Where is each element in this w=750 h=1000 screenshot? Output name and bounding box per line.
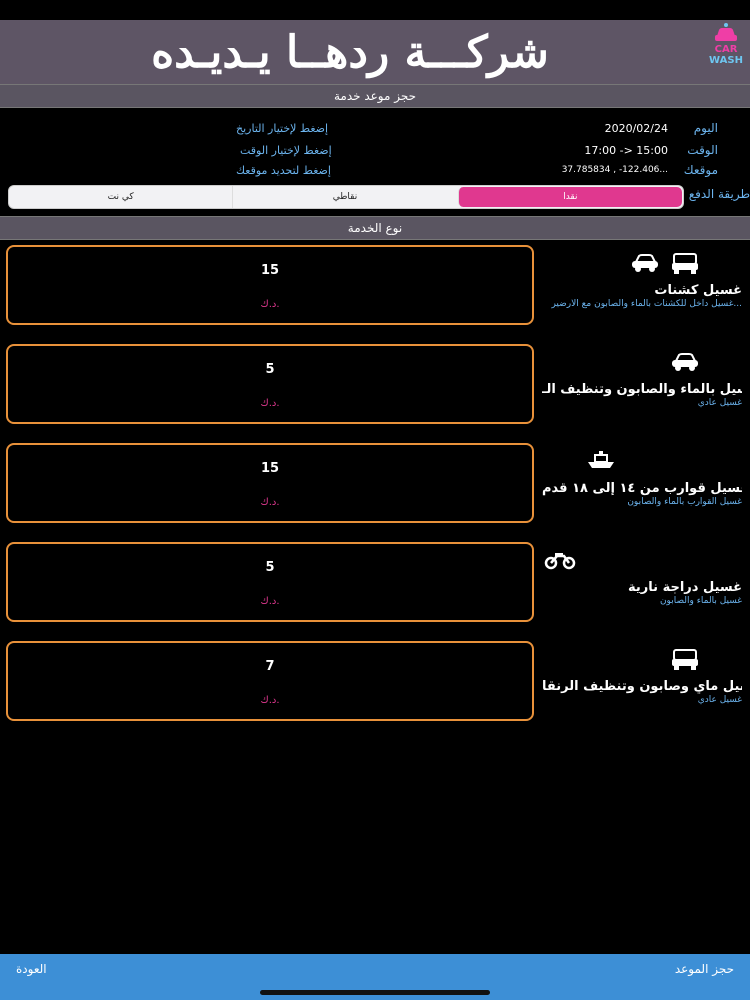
service-description: غسيل عادي (697, 695, 742, 705)
payment-knet[interactable]: كي نت (9, 186, 232, 208)
car-icon (632, 254, 658, 272)
payment-method-selector: نقدا نقاطي كي نت (8, 185, 684, 209)
service-item[interactable]: 15 د.ك. غسيل كشنات غسيل داخل للكشنات بال… (0, 245, 750, 327)
price-box[interactable]: 5 د.ك. (6, 542, 534, 622)
time-value: 17:00 -> 15:00 (584, 144, 668, 157)
book-appointment-button[interactable]: حجز الموعد (675, 962, 734, 976)
service-item[interactable]: 5 د.ك. غسيل بالماء والصابون وتنظيف الـ..… (0, 344, 750, 426)
date-label: اليوم (693, 121, 718, 135)
time-label: الوقت (687, 143, 718, 157)
service-currency: د.ك. (260, 695, 280, 706)
suv-icon (672, 253, 698, 274)
service-description: غسيل داخل للكشنات بالماء والصابون مع الا… (551, 299, 742, 309)
logo-line1: CAR (714, 44, 738, 55)
service-currency: د.ك. (260, 299, 280, 310)
location-row: موقعك 37.785834 , -122.406... إضغط لتحدي… (0, 162, 750, 182)
company-title: شركـــة ردهــا يـديـده (151, 26, 549, 78)
car-icon (672, 353, 698, 371)
service-price: 5 (265, 362, 275, 377)
service-name: غسيل كشنات (654, 283, 742, 298)
price-box[interactable]: 7 د.ك. (6, 641, 534, 721)
service-description: غسيل بالماء والصابون (659, 596, 742, 606)
logo-car-icon (715, 23, 737, 41)
service-description: غسيل عادي (697, 398, 742, 408)
car-wash-logo: CAR WASH (708, 22, 744, 82)
payment-cash[interactable]: نقدا (457, 187, 682, 207)
boat-icon (588, 451, 614, 468)
price-box[interactable]: 15 د.ك. (6, 443, 534, 523)
back-button[interactable]: العودة (16, 962, 47, 976)
home-indicator[interactable] (260, 990, 490, 995)
service-name: غسيل ماي وصابون وتنظيف الرنقا... (542, 679, 742, 694)
service-currency: د.ك. (260, 596, 280, 607)
service-type-header: نوع الخدمة (0, 216, 750, 240)
service-description: غسيل القوارب بالماء والصابون (627, 497, 742, 507)
time-row: الوقت 17:00 -> 15:00 إضغط لإختيار الوقت (0, 142, 750, 162)
date-value: 2020/02/24 (604, 122, 668, 135)
service-item[interactable]: 15 د.ك. غسيل قوارب من ١٤ إلى ١٨ قدم غسيل… (0, 443, 750, 525)
location-label: موقعك (683, 163, 718, 177)
header-banner: شركـــة ردهــا يـديـده CAR WASH (0, 20, 750, 84)
booking-section-header: حجز موعد خدمة (0, 84, 750, 108)
service-item[interactable]: 5 د.ك. غسيل دراجة نارية غسيل بالماء والص… (0, 542, 750, 624)
choose-date-link[interactable]: إضغط لإختيار التاريخ (236, 122, 328, 135)
service-price: 7 (265, 659, 275, 674)
service-item[interactable]: 7 د.ك. غسيل ماي وصابون وتنظيف الرنقا... … (0, 641, 750, 723)
motorcycle-icon (544, 553, 576, 570)
service-price: 15 (260, 461, 280, 476)
service-price: 5 (265, 560, 275, 575)
payment-points[interactable]: نقاطي (232, 186, 456, 208)
payment-label: طريقة الدفع (688, 187, 750, 201)
price-box[interactable]: 5 د.ك. (6, 344, 534, 424)
choose-time-link[interactable]: إضغط لإختيار الوقت (240, 144, 332, 157)
suv-icon (672, 649, 698, 670)
service-currency: د.ك. (260, 398, 280, 409)
service-currency: د.ك. (260, 497, 280, 508)
date-row: اليوم 2020/02/24 إضغط لإختيار التاريخ (0, 120, 750, 140)
service-name: غسيل دراجة نارية (628, 580, 742, 595)
set-location-link[interactable]: إضغط لتحديد موقعك (236, 164, 331, 177)
logo-line2: WASH (709, 55, 743, 66)
price-box[interactable]: 15 د.ك. (6, 245, 534, 325)
location-value: 37.785834 , -122.406... (561, 165, 668, 175)
service-name: غسيل بالماء والصابون وتنظيف الـ... (542, 382, 742, 397)
service-name: غسيل قوارب من ١٤ إلى ١٨ قدم (542, 481, 742, 496)
service-price: 15 (260, 263, 280, 278)
